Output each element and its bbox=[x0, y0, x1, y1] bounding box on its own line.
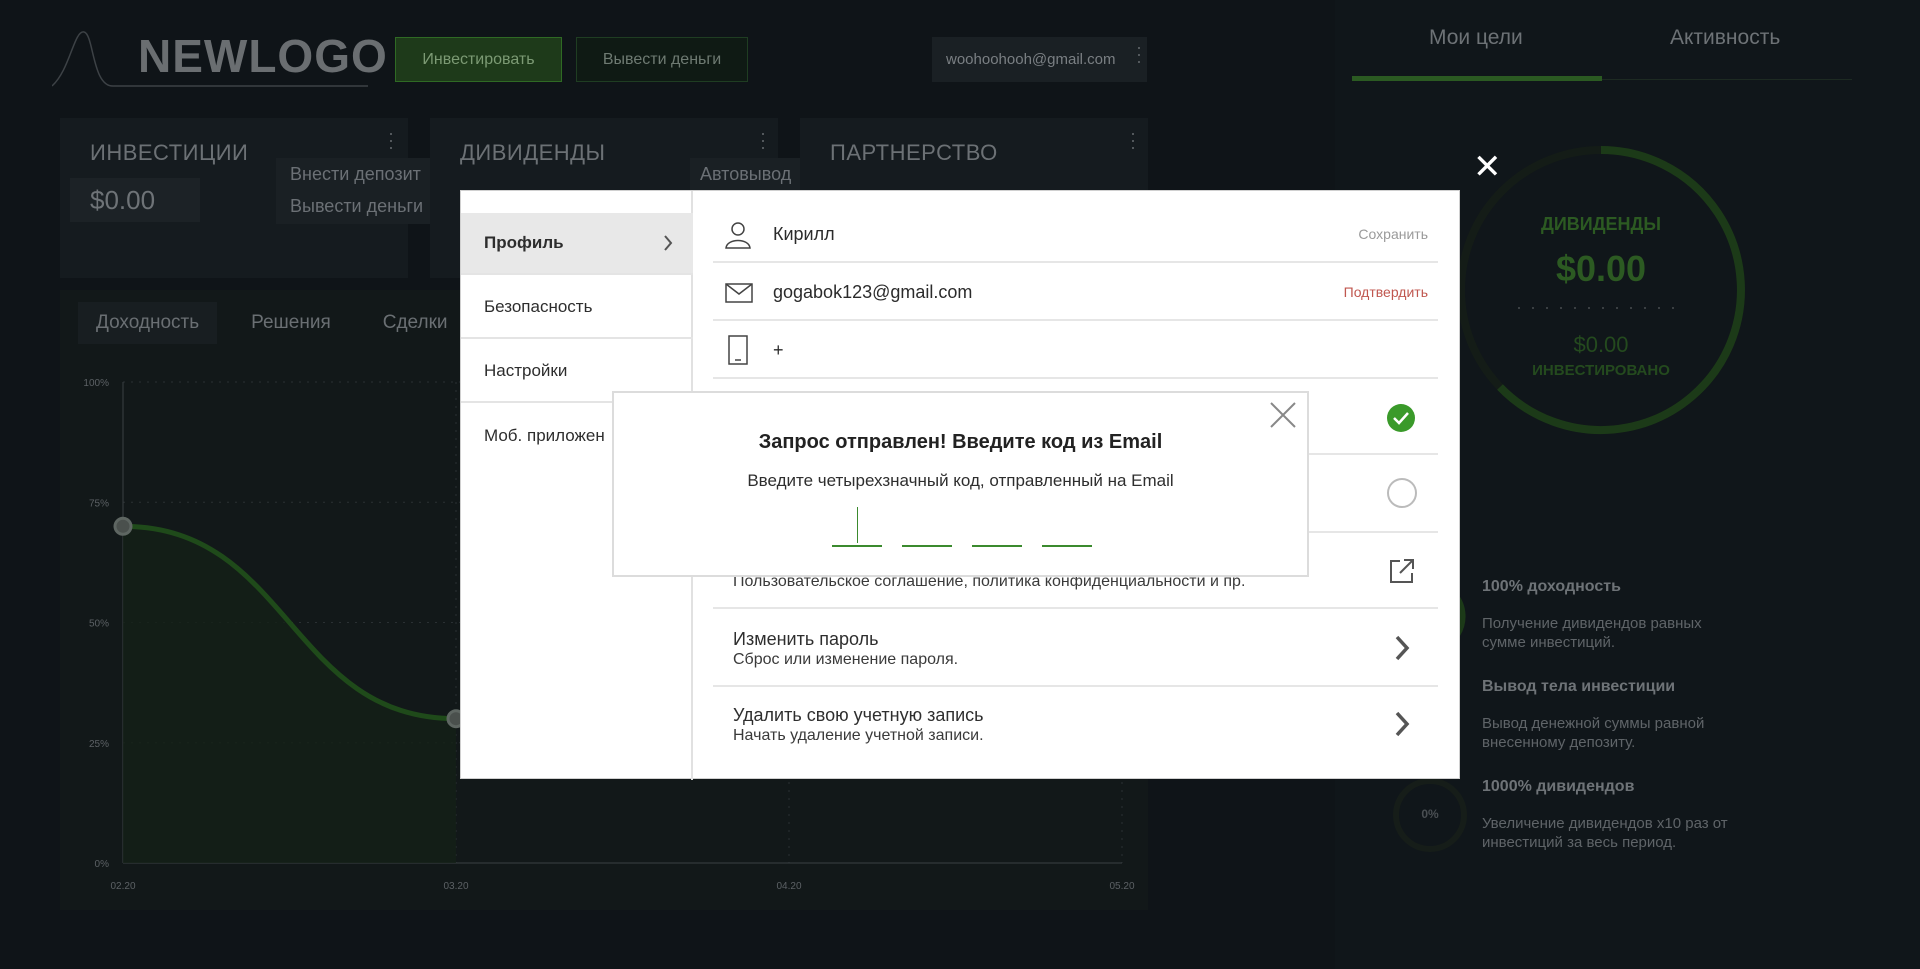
nav-item-label: Профиль bbox=[484, 233, 564, 252]
gauge-value: $0.00 bbox=[1555, 248, 1647, 289]
card-menu: Внести депозит Вывести деньги bbox=[276, 158, 436, 224]
data-point bbox=[113, 516, 133, 536]
code-dialog: Запрос отправлен! Введите код из Email В… bbox=[612, 391, 1309, 577]
more-icon[interactable]: · · · bbox=[1130, 124, 1136, 156]
withdraw-button[interactable]: Вывести деньги bbox=[576, 37, 748, 82]
card-title: ИНВЕСТИЦИИ bbox=[90, 140, 249, 165]
save-button[interactable]: Сохранить bbox=[1358, 205, 1428, 263]
goal-desc: Получение дивидендов равных сумме инвест… bbox=[1482, 615, 1702, 651]
logo: NEWLOGO bbox=[52, 30, 387, 90]
y-tick-label: 100% bbox=[83, 378, 109, 389]
name-input[interactable]: Кирилл bbox=[773, 205, 835, 263]
x-tick-label: 04.20 bbox=[776, 881, 801, 892]
text-cursor bbox=[857, 507, 858, 543]
empty-circle-icon[interactable] bbox=[1386, 477, 1418, 509]
chevron-right-icon bbox=[1395, 635, 1410, 661]
delete-account-title: Удалить свою учетную запись bbox=[733, 705, 984, 725]
goal-desc: Увеличение дивидендов x10 раз от инвести… bbox=[1482, 815, 1728, 851]
code-digit-input[interactable] bbox=[1042, 545, 1092, 547]
x-tick-label: 02.20 bbox=[110, 881, 135, 892]
dialog-title: Запрос отправлен! Введите код из Email bbox=[758, 431, 1163, 453]
user-icon bbox=[725, 222, 751, 249]
invest-button[interactable]: Инвестировать bbox=[395, 37, 562, 82]
delete-account-row[interactable]: Удалить свою учетную запись Начать удале… bbox=[713, 687, 1438, 763]
modal-close-icon[interactable]: ✕ bbox=[1473, 150, 1502, 184]
gauge-title: ДИВИДЕНДЫ bbox=[1541, 214, 1661, 234]
name-field-row: Кирилл Сохранить bbox=[713, 205, 1438, 263]
goal-title: 1000% дивидендов bbox=[1482, 778, 1635, 795]
nav-item-profile[interactable]: Профиль bbox=[461, 213, 693, 275]
menu-item-autowithdraw[interactable]: Автовывод bbox=[700, 164, 791, 185]
x-tick-label: 05.20 bbox=[1109, 881, 1134, 892]
email-field-row: gogabok123@gmail.com Подтвердить bbox=[713, 263, 1438, 321]
nav-item-label: Настройки bbox=[484, 361, 568, 380]
chevron-right-icon bbox=[1395, 711, 1410, 737]
y-tick-label: 50% bbox=[89, 619, 109, 630]
goal-title: Вывод тела инвестиции bbox=[1482, 678, 1676, 695]
email-input[interactable]: gogabok123@gmail.com bbox=[773, 263, 972, 321]
check-circle-icon[interactable] bbox=[1386, 403, 1416, 433]
menu-item-deposit[interactable]: Внести депозит bbox=[290, 164, 421, 185]
goal-desc: Вывод денежной суммы равной внесенному д… bbox=[1482, 715, 1705, 751]
delete-account-sub: Начать удаление учетной записи. bbox=[733, 727, 984, 744]
more-icon[interactable]: · · · bbox=[1136, 38, 1142, 70]
goal-title: 100% доходность bbox=[1482, 578, 1621, 595]
y-tick-label: 0% bbox=[95, 859, 110, 870]
card-title: ДИВИДЕНДЫ bbox=[460, 140, 606, 165]
gauge-sub-value: $0.00 bbox=[1573, 332, 1629, 357]
phone-input[interactable]: + bbox=[773, 321, 784, 379]
menu-item-withdraw[interactable]: Вывести деньги bbox=[290, 196, 423, 217]
phone-field-row: + bbox=[713, 321, 1438, 379]
code-digit-input[interactable] bbox=[972, 545, 1022, 547]
y-tick-label: 25% bbox=[89, 739, 109, 750]
series-area bbox=[123, 526, 456, 863]
chevron-right-icon bbox=[664, 235, 673, 251]
phone-icon bbox=[728, 335, 748, 365]
change-password-row[interactable]: Изменить пароль Сброс или изменение паро… bbox=[713, 611, 1438, 687]
close-icon[interactable] bbox=[1269, 401, 1297, 429]
gauge-sub-label: ИНВЕСТИРОВАНО bbox=[1532, 362, 1670, 379]
logo-text: NEWLOGO bbox=[138, 30, 388, 82]
small-gauge-value: 0% bbox=[1421, 807, 1439, 821]
code-digit-input[interactable] bbox=[832, 545, 882, 547]
nav-item-security[interactable]: Безопасность bbox=[461, 277, 693, 339]
card-title: ПАРТНЕРСТВО bbox=[830, 140, 998, 165]
x-tick-label: 03.20 bbox=[443, 881, 468, 892]
more-icon[interactable]: · · · bbox=[388, 124, 394, 156]
nav-item-label: Моб. приложен bbox=[484, 426, 605, 445]
nav-item-label: Безопасность bbox=[484, 297, 593, 316]
more-icon[interactable]: · · · bbox=[760, 124, 766, 156]
change-password-title: Изменить пароль bbox=[733, 629, 879, 649]
user-email[interactable]: woohoohooh@gmail.com bbox=[932, 37, 1147, 82]
mail-icon bbox=[725, 283, 753, 303]
confirm-button[interactable]: Подтвердить bbox=[1344, 263, 1428, 321]
dialog-subtitle: Введите четырехзначный код, отправленный… bbox=[747, 471, 1174, 490]
external-link-icon[interactable] bbox=[1388, 557, 1416, 585]
card-menu: Автовывод bbox=[690, 158, 800, 192]
y-tick-label: 75% bbox=[89, 498, 109, 509]
code-digit-input[interactable] bbox=[902, 545, 952, 547]
change-password-sub: Сброс или изменение пароля. bbox=[733, 651, 959, 668]
card-value: $0.00 bbox=[70, 178, 200, 222]
